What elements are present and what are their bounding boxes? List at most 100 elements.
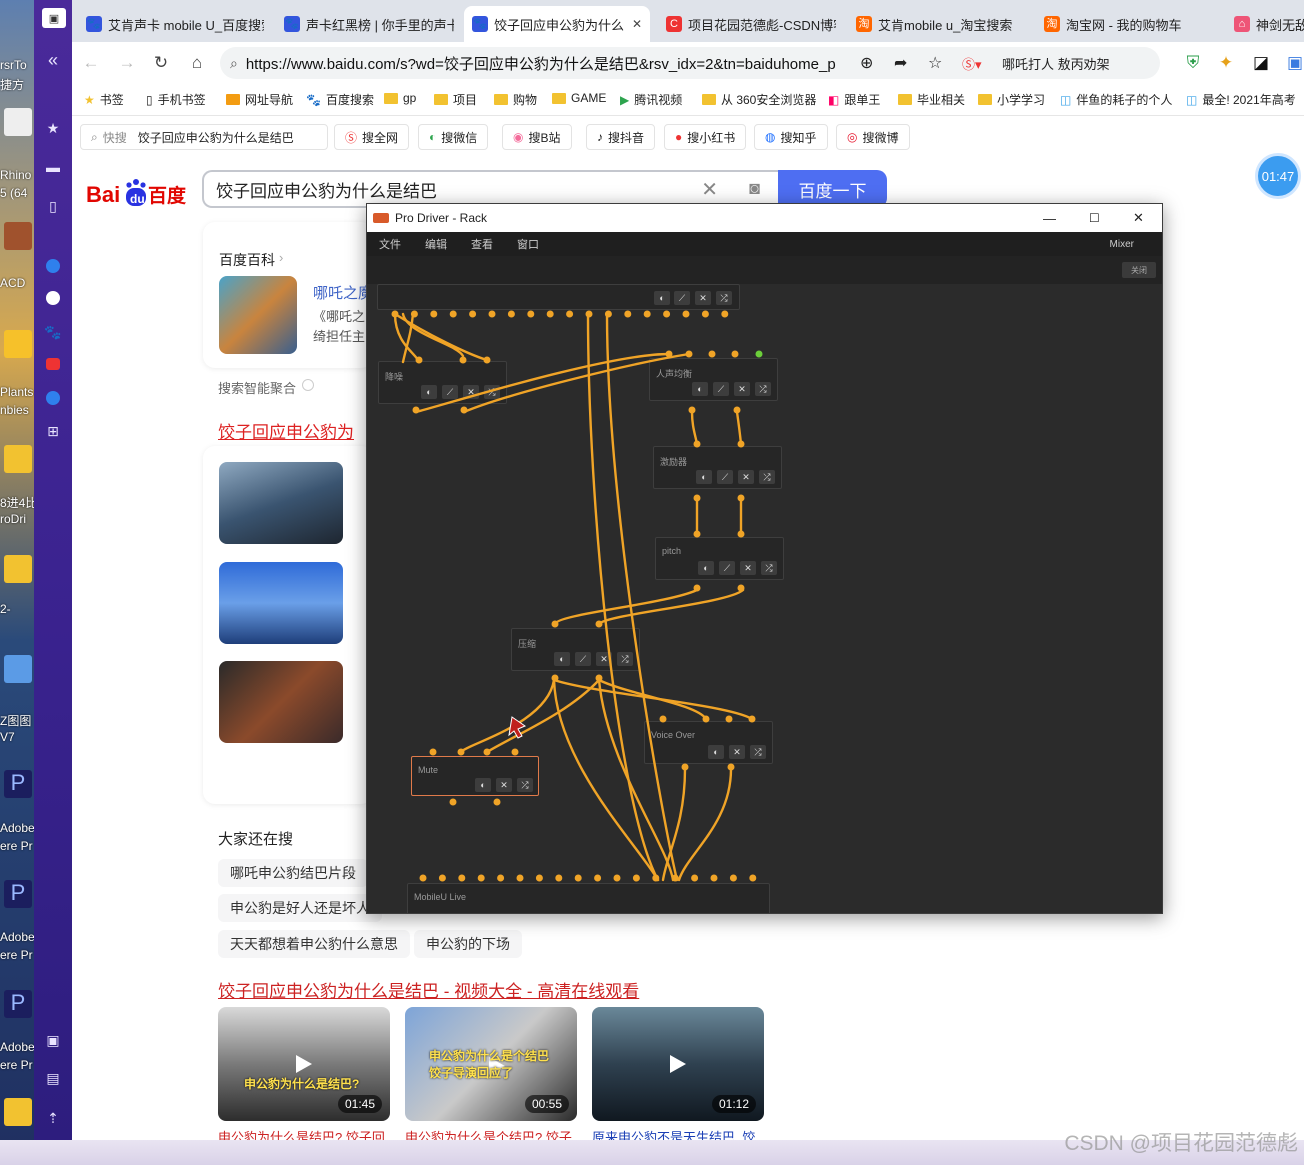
extension-icon[interactable]: ◪ — [1250, 52, 1272, 74]
forward-icon[interactable]: → — [116, 52, 138, 74]
baidu-logo[interactable]: Bai du 百度 — [86, 174, 188, 210]
exciter-node[interactable]: 激励器 ◐ ⟋ ✕ ⤮ — [653, 446, 782, 489]
delete-icon[interactable]: ✕ — [734, 382, 750, 396]
bookmark-item[interactable]: GAME — [552, 91, 606, 105]
bookmark-item[interactable]: 网址导航 — [226, 91, 293, 108]
folder-icon[interactable]: ▬ — [34, 153, 72, 181]
related-search-tag[interactable]: 申公豹是好人还是坏人 — [218, 894, 382, 922]
output-node[interactable]: MobileU Live — [407, 883, 770, 913]
pin-icon[interactable]: ⇡ — [34, 1104, 72, 1132]
maximize-icon[interactable]: ☐ — [1089, 211, 1100, 225]
bookmark-item[interactable]: 毕业相关 — [898, 91, 965, 108]
related-search-tag[interactable]: 申公豹的下场 — [414, 930, 522, 958]
knob-icon[interactable]: ◐ — [654, 291, 670, 305]
edit-icon[interactable]: ⟋ — [575, 652, 591, 666]
tab[interactable]: ⌂ 神剑无敌 — [1226, 6, 1304, 42]
delete-icon[interactable]: ✕ — [695, 291, 711, 305]
info-icon[interactable] — [302, 379, 314, 391]
desktop-app-icon[interactable] — [4, 222, 32, 250]
quick-button[interactable]: Ⓢ 搜全网 — [334, 124, 410, 150]
url-hint[interactable]: 哪吒打人 敖丙劝架 — [1002, 54, 1110, 73]
tab[interactable]: 🐾 声卡红黑榜 | 你手里的声卡 — [276, 6, 454, 42]
collapse-icon[interactable]: « — [34, 46, 72, 74]
bookmark-item[interactable]: ▶ 腾讯视频 — [620, 91, 682, 108]
delete-icon[interactable]: ✕ — [729, 745, 745, 759]
home-icon[interactable]: ⌂ — [186, 52, 208, 74]
edit-icon[interactable]: ⟋ — [713, 382, 729, 396]
baidu-paw-icon[interactable]: 🐾 — [34, 318, 72, 346]
video-thumbnail[interactable]: 申公豹为什么是个结巴 饺子导演回应了 00:55 — [405, 1007, 577, 1121]
tab[interactable]: C 项目花园范德彪-CSDN博客 — [658, 6, 836, 42]
edit-icon[interactable]: ⟋ — [674, 291, 690, 305]
folder-icon[interactable] — [4, 555, 32, 583]
delete-icon[interactable]: ✕ — [596, 652, 612, 666]
close-panel-button[interactable]: 关闭 — [1122, 262, 1156, 278]
baike-title[interactable]: 哪吒之魔 — [313, 282, 373, 303]
timer-badge[interactable]: 01:47 — [1255, 153, 1301, 199]
bookmark-item[interactable]: 从 360安全浏览器 — [702, 91, 816, 108]
shuffle-icon[interactable]: ⤮ — [517, 778, 533, 792]
folder-icon[interactable] — [4, 445, 32, 473]
video-thumbnail[interactable]: 申公豹为什么是结巴? 01:45 — [218, 1007, 390, 1121]
shield-icon[interactable]: ⛨ — [1182, 52, 1204, 74]
shuffle-icon[interactable]: ⤮ — [716, 291, 732, 305]
url-text[interactable]: https://www.baidu.com/s?wd=饺子回应申公豹为什么是结巴… — [246, 53, 846, 74]
knob-icon[interactable]: ◐ — [698, 561, 714, 575]
bookmark-item[interactable]: 🐾 百度搜索 — [306, 91, 374, 108]
menu-edit[interactable]: 编辑 — [425, 236, 447, 252]
voice-over-node[interactable]: Voice Over ◐ ✕ ⤮ — [644, 721, 773, 764]
quick-button[interactable]: ● 搜小红书 — [664, 124, 747, 150]
search-engine-icon[interactable]: Ⓢ▾ — [962, 54, 982, 73]
menu-file[interactable]: 文件 — [379, 236, 401, 252]
premiere-icon[interactable]: P — [4, 990, 32, 1018]
bookmark-item[interactable]: ▯ 手机书签 — [146, 91, 206, 108]
tab[interactable]: 淘 淘宝网 - 我的购物车 — [1036, 6, 1216, 42]
quick-button[interactable]: ♪ 搜抖音 — [586, 124, 656, 150]
address-bar[interactable]: ⌕ https://www.baidu.com/s?wd=饺子回应申公豹为什么是… — [220, 47, 1160, 79]
zoom-icon[interactable]: ⊕ — [860, 53, 873, 73]
bookmark-item[interactable]: 购物 — [494, 91, 537, 108]
related-search-tag[interactable]: 哪吒申公豹结巴片段 — [218, 859, 368, 887]
star-icon[interactable]: ☆ — [928, 53, 942, 73]
delete-icon[interactable]: ✕ — [463, 385, 479, 399]
video-app-icon[interactable] — [34, 350, 72, 378]
bookmark-item[interactable]: ◫ 伴鱼的耗子的个人 — [1060, 91, 1172, 108]
camera-icon[interactable]: ◙ — [749, 178, 760, 199]
star-icon[interactable]: ★ — [34, 114, 72, 142]
share-icon[interactable]: ➦ — [894, 53, 907, 73]
eq-node[interactable]: 人声均衡 ◐ ⟋ ✕ ⤮ — [649, 358, 778, 401]
baike-label[interactable]: 百度百科 — [219, 250, 275, 270]
desktop-app-icon[interactable] — [4, 655, 32, 683]
close-icon[interactable]: ✕ — [632, 17, 642, 31]
quick-search-input[interactable]: ⌕ 快搜 饺子回应申公豹为什么是结巴 — [80, 124, 328, 150]
bookmark-item[interactable]: ◧ 跟单王 — [828, 91, 880, 108]
knob-icon[interactable]: ◐ — [708, 745, 724, 759]
lock-icon[interactable]: ▣ — [34, 1026, 72, 1054]
video-thumbnail[interactable] — [219, 462, 343, 544]
tab[interactable]: 🐾 艾肯声卡 mobile U_百度搜索 — [78, 6, 264, 42]
folder-icon[interactable] — [4, 1098, 32, 1126]
shuffle-icon[interactable]: ⤮ — [484, 385, 500, 399]
search-app-icon[interactable] — [34, 252, 72, 280]
pitch-node[interactable]: pitch ◐ ⟋ ✕ ⤮ — [655, 537, 784, 580]
reload-icon[interactable]: ↻ — [150, 52, 172, 74]
compressor-node[interactable]: 压缩 ◐ ⟋ ✕ ⤮ — [511, 628, 640, 671]
window-titlebar[interactable]: Pro Driver - Rack — ☐ ✕ — [367, 204, 1162, 232]
delete-icon[interactable]: ✕ — [740, 561, 756, 575]
video-thumbnail[interactable]: 01:12 — [592, 1007, 764, 1121]
shuffle-icon[interactable]: ⤮ — [750, 745, 766, 759]
bookmark-item[interactable]: 项目 — [434, 91, 477, 108]
mute-node[interactable]: Mute ◐ ✕ ⤮ — [411, 756, 539, 796]
add-icon[interactable]: ⊞ — [34, 417, 72, 445]
clock-icon[interactable] — [34, 384, 72, 412]
bookmark-item[interactable]: ★ 书签 — [84, 91, 124, 108]
result-title[interactable]: 饺子回应申公豹为 — [218, 418, 354, 443]
knob-icon[interactable]: ◐ — [696, 470, 712, 484]
video-result-title[interactable]: 饺子回应申公豹为什么是结巴 - 视频大全 - 高清在线观看 — [218, 977, 639, 1002]
delete-icon[interactable]: ✕ — [738, 470, 754, 484]
video-thumbnail[interactable] — [219, 562, 343, 644]
quick-button[interactable]: ◐ 搜微信 — [418, 124, 489, 150]
quick-button[interactable]: ◎ 搜微博 — [836, 124, 910, 150]
menu-window[interactable]: 窗口 — [517, 236, 539, 252]
premiere-icon[interactable]: P — [4, 880, 32, 908]
